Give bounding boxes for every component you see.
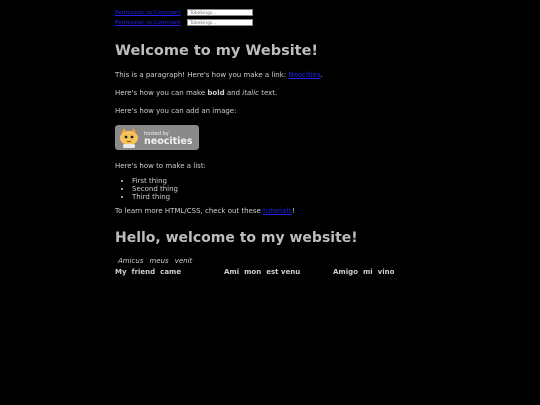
table-header: mi bbox=[362, 268, 373, 276]
table-header: friend bbox=[131, 268, 156, 276]
italic-word: italic bbox=[242, 89, 259, 97]
table-header: mon bbox=[244, 268, 262, 276]
comment-field-2[interactable]: Tobekings... bbox=[187, 19, 253, 26]
learn-more-text: To learn more HTML/CSS, check out these bbox=[115, 207, 264, 215]
page-title: Welcome to my Website! bbox=[115, 43, 319, 59]
comment-field-1[interactable]: Tobekings... bbox=[187, 9, 253, 16]
table-header: vino bbox=[377, 268, 395, 276]
list-item: First thing bbox=[132, 177, 535, 185]
table-header: came bbox=[160, 268, 182, 276]
paragraph-text: This is a paragraph! Here's how you make… bbox=[115, 71, 289, 79]
badge-text: hosted by neocities bbox=[144, 130, 193, 146]
list-intro: Here's how to make a list: bbox=[115, 162, 206, 170]
translation-spanish: Amigo mi vino bbox=[333, 268, 399, 276]
section-heading: Hello, welcome to my website! bbox=[115, 230, 358, 246]
table-header: My bbox=[115, 268, 127, 276]
comment-row-2: Permission to Comment Tobekings... bbox=[115, 18, 535, 27]
paragraph-link: This is a paragraph! Here's how you make… bbox=[115, 71, 535, 80]
thing-list: First thing Second thing Third thing bbox=[115, 177, 535, 201]
learn-more-suffix: ! bbox=[291, 207, 295, 215]
comment-row-1: Permission to Comment Tobekings... bbox=[115, 8, 535, 17]
translation-english: My friend came bbox=[115, 268, 224, 276]
table-header: Amigo bbox=[333, 268, 358, 276]
formatting-text-2: and bbox=[224, 89, 243, 97]
paragraph-image: Here's how you can add an image: bbox=[115, 107, 237, 115]
table-cell: meus bbox=[149, 257, 169, 265]
learn-more: To learn more HTML/CSS, check out these … bbox=[115, 207, 535, 216]
caption-table: Amicus meus venit bbox=[114, 255, 196, 267]
list-item: Second thing bbox=[132, 185, 535, 193]
table-cell: Amicus bbox=[118, 257, 144, 265]
tutorials-link[interactable]: tutorials bbox=[263, 207, 292, 215]
bold-word: bold bbox=[207, 89, 225, 97]
paragraph-formatting: Here's how you can make bold and italic … bbox=[115, 89, 535, 98]
badge-neocities: neocities bbox=[144, 135, 193, 147]
permission-link-1[interactable]: Permission to Comment bbox=[115, 10, 187, 16]
neocities-cat-icon bbox=[120, 127, 138, 148]
formatting-text-3: text. bbox=[258, 89, 278, 97]
table-row: Amicus meus venit bbox=[116, 257, 194, 265]
translation-row: My friend came Ami mon est venu Amigo mi… bbox=[115, 268, 535, 276]
page-content: Permission to Comment Tobekings... Permi… bbox=[115, 8, 535, 276]
table-header: Ami bbox=[224, 268, 240, 276]
table-header: est venu bbox=[266, 268, 301, 276]
neocities-link[interactable]: Neocities bbox=[288, 71, 320, 79]
paragraph-period: . bbox=[320, 71, 323, 79]
neocities-badge[interactable]: hosted by neocities bbox=[115, 125, 199, 150]
translation-french: Ami mon est venu bbox=[224, 268, 333, 276]
formatting-text-1: Here's how you can make bbox=[115, 89, 208, 97]
list-item: Third thing bbox=[132, 193, 535, 201]
permission-link-2[interactable]: Permission to Comment bbox=[115, 20, 187, 26]
table-cell: venit bbox=[174, 257, 193, 265]
